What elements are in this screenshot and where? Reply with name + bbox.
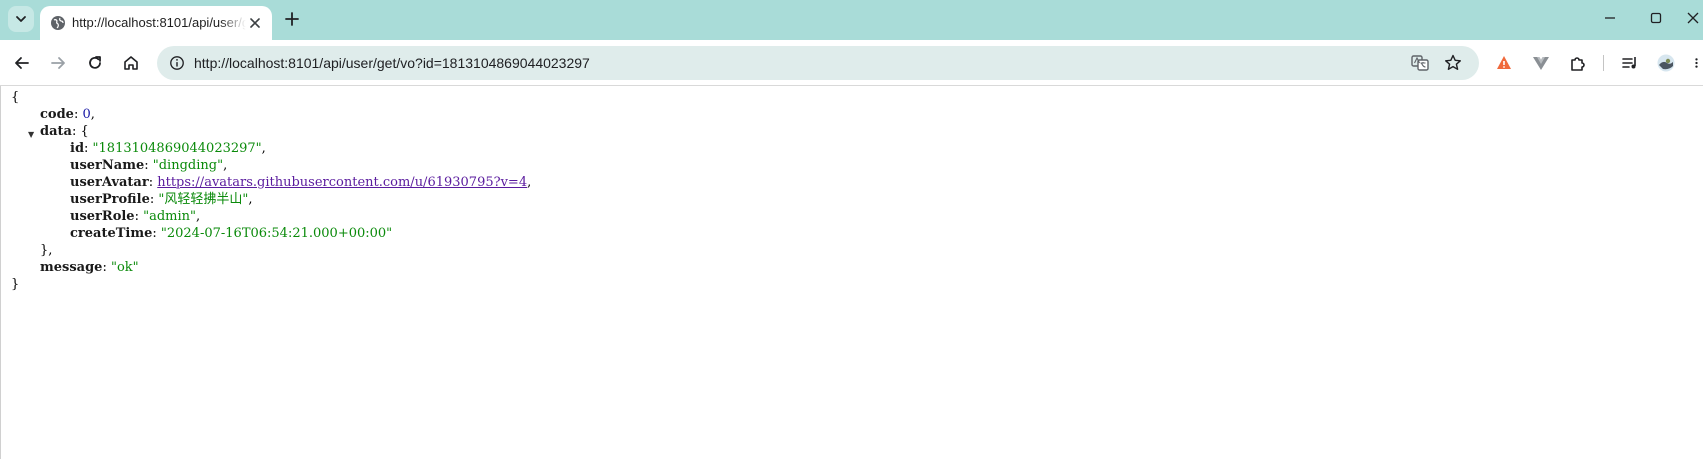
chevron-down-icon bbox=[16, 16, 26, 22]
address-bar[interactable]: http://localhost:8101/api/user/get/vo?id… bbox=[157, 46, 1479, 80]
json-row-useravatar: userAvatar: https://avatars.githubuserco… bbox=[70, 175, 532, 190]
media-controls-button[interactable] bbox=[1618, 51, 1642, 75]
forward-button[interactable] bbox=[46, 51, 70, 75]
back-button[interactable] bbox=[10, 51, 34, 75]
alert-extension-icon bbox=[1497, 56, 1511, 69]
close-icon[interactable] bbox=[247, 15, 263, 31]
avatar-url-link[interactable]: https://avatars.githubusercontent.com/u/… bbox=[157, 175, 527, 190]
tab-strip: http://localhost:8101/api/user/get/vo?id… bbox=[0, 0, 1703, 40]
json-row-createtime: createTime: "2024-07-16T06:54:21.000+00:… bbox=[70, 226, 393, 241]
json-number-value: 0 bbox=[82, 107, 91, 122]
reload-icon bbox=[89, 56, 101, 69]
json-data-close: }, bbox=[40, 243, 53, 258]
globe-icon bbox=[51, 16, 65, 30]
arrow-right-icon bbox=[51, 57, 65, 69]
json-key: userAvatar bbox=[70, 175, 149, 190]
json-viewer: { code: 0, ▼ data: { id: "18131048690440… bbox=[0, 86, 1703, 459]
translate-icon[interactable] bbox=[1410, 53, 1430, 73]
tab-title: http://localhost:8101/api/user/get/vo?id… bbox=[72, 15, 246, 30]
more-vert-icon bbox=[1695, 58, 1698, 68]
site-info-button[interactable] bbox=[165, 51, 189, 75]
json-string-value: "admin" bbox=[143, 209, 196, 224]
minimize-icon[interactable] bbox=[1600, 8, 1620, 28]
json-string-value: "dingding" bbox=[152, 158, 224, 173]
vue-logo-icon bbox=[1533, 57, 1549, 70]
puzzle-icon bbox=[1571, 57, 1585, 71]
json-key: userName bbox=[70, 158, 145, 173]
menu-button[interactable] bbox=[1690, 51, 1703, 75]
json-key: message bbox=[40, 260, 103, 275]
tab-search-button[interactable] bbox=[8, 6, 34, 32]
arrow-left-icon bbox=[15, 57, 29, 69]
active-tab[interactable]: http://localhost:8101/api/user/get/vo?id… bbox=[40, 6, 272, 40]
extension-warning-button[interactable] bbox=[1492, 51, 1516, 75]
profile-button[interactable] bbox=[1654, 51, 1678, 75]
bookmark-star-icon[interactable] bbox=[1443, 53, 1463, 73]
json-brace: { bbox=[80, 124, 89, 139]
json-row-username: userName: "dingding", bbox=[70, 158, 228, 173]
json-string-value: "风轻轻拂半山" bbox=[158, 192, 249, 207]
json-key: code bbox=[40, 107, 74, 122]
json-key: createTime bbox=[70, 226, 153, 241]
json-string-value: "1813104869044023297" bbox=[92, 141, 262, 156]
json-open-brace: { bbox=[11, 90, 20, 105]
window-close-icon[interactable] bbox=[1683, 8, 1703, 28]
home-icon bbox=[124, 56, 138, 70]
toolbar-divider bbox=[1603, 55, 1604, 71]
avatar bbox=[1657, 54, 1675, 72]
maximize-icon[interactable] bbox=[1646, 8, 1666, 28]
home-button[interactable] bbox=[119, 51, 143, 75]
json-row-code: code: 0, bbox=[40, 107, 95, 122]
json-key: data bbox=[40, 124, 72, 139]
json-key: userRole bbox=[70, 209, 135, 224]
music-queue-icon bbox=[1622, 57, 1636, 69]
json-row-userrole: userRole: "admin", bbox=[70, 209, 201, 224]
json-key: userProfile bbox=[70, 192, 150, 207]
collapse-toggle-icon[interactable]: ▼ bbox=[28, 131, 34, 139]
info-icon bbox=[170, 56, 184, 70]
json-close-brace: } bbox=[11, 277, 20, 292]
json-row-userprofile: userProfile: "风轻轻拂半山", bbox=[70, 192, 253, 207]
vue-devtools-button[interactable] bbox=[1529, 51, 1553, 75]
json-row-data: data: { bbox=[40, 124, 89, 139]
json-row-message: message: "ok" bbox=[40, 260, 139, 275]
extensions-button[interactable] bbox=[1566, 51, 1590, 75]
json-key: id bbox=[70, 141, 85, 156]
browser-toolbar: http://localhost:8101/api/user/get/vo?id… bbox=[0, 40, 1703, 86]
url-text[interactable]: http://localhost:8101/api/user/get/vo?id… bbox=[194, 46, 590, 80]
json-row-id: id: "1813104869044023297", bbox=[70, 141, 266, 156]
json-string-value: "ok" bbox=[110, 260, 139, 275]
json-string-value: "2024-07-16T06:54:21.000+00:00" bbox=[160, 226, 393, 241]
reload-button[interactable] bbox=[83, 51, 107, 75]
new-tab-plus-icon[interactable] bbox=[282, 9, 302, 29]
